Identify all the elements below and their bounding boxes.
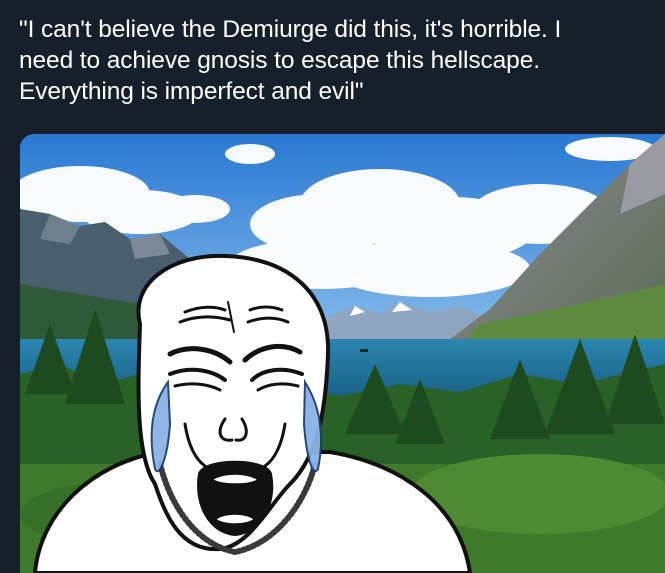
landscape-image [20, 134, 665, 573]
tweet-post: "I can't believe the Demiurge did this, … [0, 0, 665, 573]
post-text: "I can't believe the Demiurge did this, … [19, 16, 562, 105]
post-image[interactable] [20, 134, 665, 573]
